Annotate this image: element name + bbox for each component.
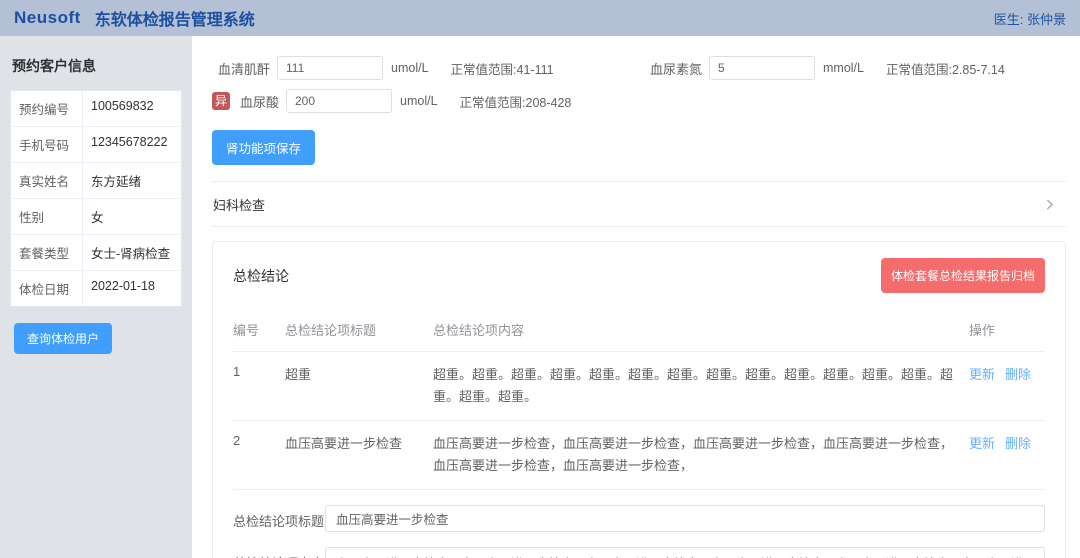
booking-number-value: 100569832 — [83, 91, 181, 126]
conclusion-content-textarea[interactable]: 血压高要进一步检查，血压高要进一步检查，血压高要进一步检查，血压高要进一步检查，… — [325, 547, 1045, 558]
row-no: 2 — [233, 433, 285, 448]
chevron-right-icon — [1043, 198, 1056, 211]
info-row-phone: 手机号码 12345678222 — [11, 127, 181, 163]
sidebar-title: 预约客户信息 — [12, 56, 182, 76]
table-row: 1 超重 超重。超重。超重。超重。超重。超重。超重。超重。超重。超重。超重。超重… — [233, 352, 1045, 421]
conclusion-content-form-row: 总检结论项内容 血压高要进一步检查，血压高要进一步检查，血压高要进一步检查，血压… — [233, 547, 1045, 558]
row-actions: 更新 删除 — [969, 364, 1045, 383]
update-link[interactable]: 更新 — [969, 364, 995, 383]
conclusion-panel-header: 总检结论 体检套餐总检结果报告归档 — [233, 258, 1045, 293]
info-row-package: 套餐类型 女士-肾病检查 — [11, 235, 181, 271]
package-type-value: 女士-肾病检查 — [83, 235, 181, 270]
sidebar: 预约客户信息 预约编号 100569832 手机号码 12345678222 真… — [0, 36, 192, 558]
row-conclusion-title: 血压高要进一步检查 — [285, 433, 433, 452]
lab-item-unit: umol/L — [391, 61, 429, 75]
lab-item-serum-creatinine: 血清肌酐 umol/L 正常值范围:41-111 — [212, 56, 644, 80]
serum-creatinine-input[interactable] — [277, 56, 383, 80]
app-window: Neusoft 东软体检报告管理系统 医生: 张仲景 预约客户信息 预约编号 1… — [0, 0, 1080, 558]
row-conclusion-content: 血压高要进一步检查，血压高要进一步检查，血压高要进一步检查，血压高要进一步检查，… — [433, 433, 969, 477]
collapse-gynecology-exam[interactable]: 妇科检查 — [212, 181, 1066, 227]
conclusion-table: 编号 总检结论项标题 总检结论项内容 操作 1 超重 超重。超重。超重。超重。超… — [233, 311, 1045, 490]
info-row-name: 真实姓名 东方延绪 — [11, 163, 181, 199]
update-link[interactable]: 更新 — [969, 433, 995, 452]
row-actions: 更新 删除 — [969, 433, 1045, 452]
lab-item-label: 血尿素氮 — [644, 59, 702, 78]
conclusion-content-label: 总检结论项内容 — [233, 547, 325, 558]
col-header-title: 总检结论项标题 — [285, 320, 433, 339]
conclusion-panel: 总检结论 体检套餐总检结果报告归档 编号 总检结论项标题 总检结论项内容 操作 … — [212, 241, 1066, 558]
info-label: 性别 — [11, 199, 83, 234]
app-title: 东软体检报告管理系统 — [95, 6, 255, 30]
lab-item-normal-range: 正常值范围:41-111 — [451, 59, 554, 78]
gender-value: 女 — [83, 199, 181, 234]
conclusion-title-input[interactable] — [325, 505, 1045, 532]
delete-link[interactable]: 删除 — [1005, 433, 1031, 452]
brand-logo: Neusoft — [14, 8, 81, 28]
phone-number-value: 12345678222 — [83, 127, 181, 162]
info-label: 预约编号 — [11, 91, 83, 126]
conclusion-title-form-row: 总检结论项标题 — [233, 505, 1045, 532]
query-exam-user-button[interactable]: 查询体检用户 — [14, 323, 112, 354]
exam-date-value: 2022-01-18 — [83, 271, 181, 306]
real-name-value: 东方延绪 — [83, 163, 181, 198]
lab-item-unit: umol/L — [400, 94, 438, 108]
lab-item-label: 血清肌酐 — [212, 59, 270, 78]
col-header-actions: 操作 — [969, 320, 1045, 339]
row-conclusion-content: 超重。超重。超重。超重。超重。超重。超重。超重。超重。超重。超重。超重。超重。超… — [433, 364, 969, 408]
conclusion-title-label: 总检结论项标题 — [233, 505, 325, 530]
customer-info-table: 预约编号 100569832 手机号码 12345678222 真实姓名 东方延… — [10, 90, 182, 307]
conclusion-table-header: 编号 总检结论项标题 总检结论项内容 操作 — [233, 311, 1045, 352]
collapse-label: 妇科检查 — [213, 195, 265, 214]
col-header-content: 总检结论项内容 — [433, 320, 969, 342]
lab-item-unit: mmol/L — [823, 61, 864, 75]
lab-item-label: 血尿酸 — [235, 92, 279, 111]
kidney-function-save-button[interactable]: 肾功能项保存 — [212, 130, 315, 165]
lab-row-1: 血清肌酐 umol/L 正常值范围:41-111 血尿素氮 mmol/L 正常值… — [212, 56, 1066, 80]
info-row-date: 体检日期 2022-01-18 — [11, 271, 181, 306]
doctor-label: 医生: 张仲景 — [994, 9, 1066, 28]
info-row-gender: 性别 女 — [11, 199, 181, 235]
archive-report-button[interactable]: 体检套餐总检结果报告归档 — [881, 258, 1045, 293]
row-conclusion-title: 超重 — [285, 364, 433, 383]
info-label: 手机号码 — [11, 127, 83, 162]
row-no: 1 — [233, 364, 285, 379]
lab-item-blood-urea-nitrogen: 血尿素氮 mmol/L 正常值范围:2.85-7.14 — [644, 56, 1005, 80]
info-label: 真实姓名 — [11, 163, 83, 198]
blood-uric-acid-input[interactable] — [286, 89, 392, 113]
info-row-booking-no: 预约编号 100569832 — [11, 91, 181, 127]
lab-item-normal-range: 正常值范围:208-428 — [460, 92, 572, 111]
main-content: 血清肌酐 umol/L 正常值范围:41-111 血尿素氮 mmol/L 正常值… — [192, 36, 1080, 558]
col-header-no: 编号 — [233, 320, 285, 339]
table-row: 2 血压高要进一步检查 血压高要进一步检查，血压高要进一步检查，血压高要进一步检… — [233, 421, 1045, 490]
info-label: 体检日期 — [11, 271, 83, 306]
info-label: 套餐类型 — [11, 235, 83, 270]
lab-item-blood-uric-acid: 异 血尿酸 umol/L 正常值范围:208-428 — [212, 89, 644, 113]
lab-item-normal-range: 正常值范围:2.85-7.14 — [886, 59, 1005, 78]
lab-row-2: 异 血尿酸 umol/L 正常值范围:208-428 — [212, 89, 1066, 113]
abnormal-badge: 异 — [212, 92, 230, 110]
blood-urea-nitrogen-input[interactable] — [709, 56, 815, 80]
delete-link[interactable]: 删除 — [1005, 364, 1031, 383]
conclusion-panel-title: 总检结论 — [233, 266, 289, 286]
app-header: Neusoft 东软体检报告管理系统 医生: 张仲景 — [0, 0, 1080, 36]
